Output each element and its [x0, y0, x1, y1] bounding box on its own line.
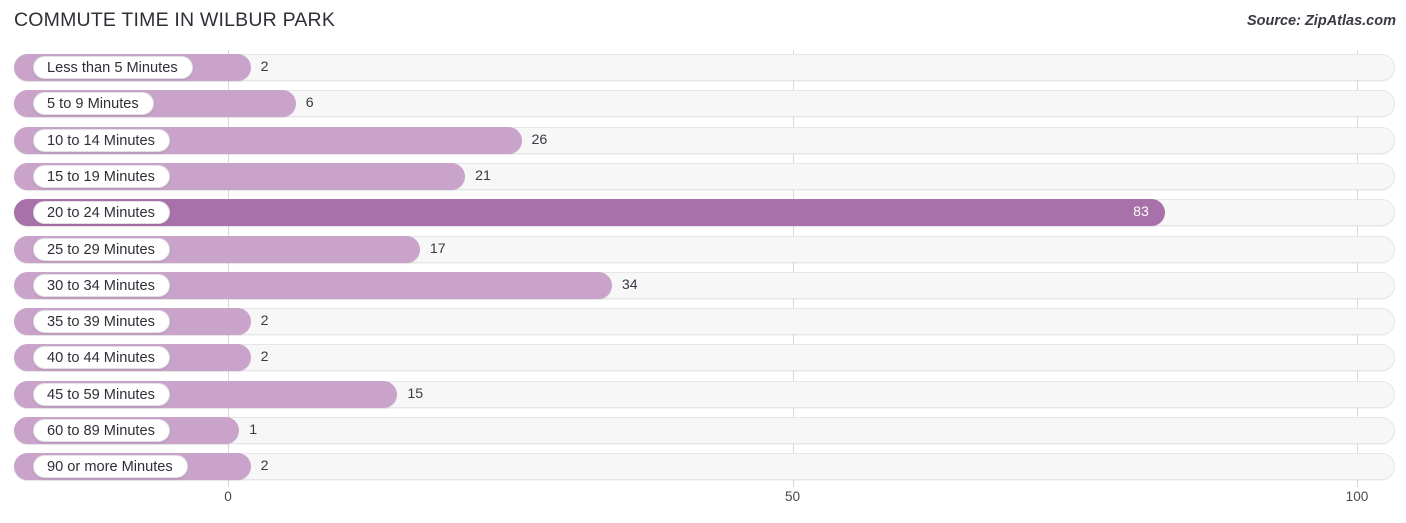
bar-row[interactable]: 30 to 34 Minutes 34 — [0, 268, 1406, 304]
x-tick-label: 100 — [1345, 489, 1369, 504]
category-label: 25 to 29 Minutes — [33, 237, 170, 261]
bar-row[interactable]: 25 to 29 Minutes 17 — [0, 232, 1406, 268]
value-label: 83 — [1133, 204, 1149, 221]
category-label: 35 to 39 Minutes — [33, 310, 170, 334]
category-label: 90 or more Minutes — [33, 455, 188, 479]
value-label: 15 — [407, 385, 424, 402]
value-label: 1 — [249, 422, 258, 438]
value-label: 2 — [260, 313, 269, 330]
value-label: 34 — [621, 276, 638, 293]
x-tick-label: 0 — [224, 489, 232, 504]
bar-row[interactable]: 5 to 9 Minutes 6 — [0, 86, 1406, 122]
chart-container: COMMUTE TIME IN WILBUR PARK Source: ZipA… — [0, 0, 1406, 523]
bar-row[interactable]: 60 to 89 Minutes 1 — [0, 413, 1406, 449]
category-label: 5 to 9 Minutes — [33, 92, 154, 116]
value-label: 26 — [531, 131, 548, 148]
value-label: 17 — [429, 240, 446, 257]
category-label: 45 to 59 Minutes — [33, 382, 170, 406]
category-label: Less than 5 Minutes — [33, 56, 193, 79]
x-tick-label: 50 — [784, 489, 801, 504]
value-label: 2 — [260, 458, 269, 475]
bar-row[interactable]: Less than 5 Minutes 2 — [0, 50, 1406, 86]
bar-row[interactable]: 35 to 39 Minutes 2 — [0, 304, 1406, 340]
value-label: 6 — [305, 95, 314, 112]
plot-area: Less than 5 Minutes 2 5 to 9 Minutes 6 10 to… — [0, 50, 1406, 487]
bar[interactable] — [14, 199, 1166, 227]
value-label: 2 — [260, 349, 269, 366]
source-attribution: Source: ZipAtlas.com — [1246, 13, 1396, 29]
bar-row[interactable]: 45 to 59 Minutes 15 — [0, 377, 1406, 413]
bar-row[interactable]: 40 to 44 Minutes 2 — [0, 340, 1406, 376]
x-axis: 0 50 100 — [0, 487, 1406, 523]
category-label: 30 to 34 Minutes — [33, 273, 170, 297]
category-label: 15 to 19 Minutes — [33, 164, 170, 188]
bar-row[interactable]: 90 or more Minutes 2 — [0, 449, 1406, 485]
bar-row[interactable]: 15 to 19 Minutes 21 — [0, 159, 1406, 195]
category-label: 40 to 44 Minutes — [33, 346, 170, 370]
category-label: 20 to 24 Minutes — [33, 201, 170, 225]
bar-row[interactable]: 10 to 14 Minutes 26 — [0, 123, 1406, 159]
value-label: 2 — [260, 59, 269, 75]
category-label: 10 to 14 Minutes — [33, 128, 170, 152]
category-label: 60 to 89 Minutes — [33, 419, 170, 442]
value-label: 21 — [475, 167, 491, 184]
page-title: COMMUTE TIME IN WILBUR PARK — [14, 9, 336, 31]
bar-row[interactable]: 20 to 24 Minutes 83 — [0, 195, 1406, 231]
